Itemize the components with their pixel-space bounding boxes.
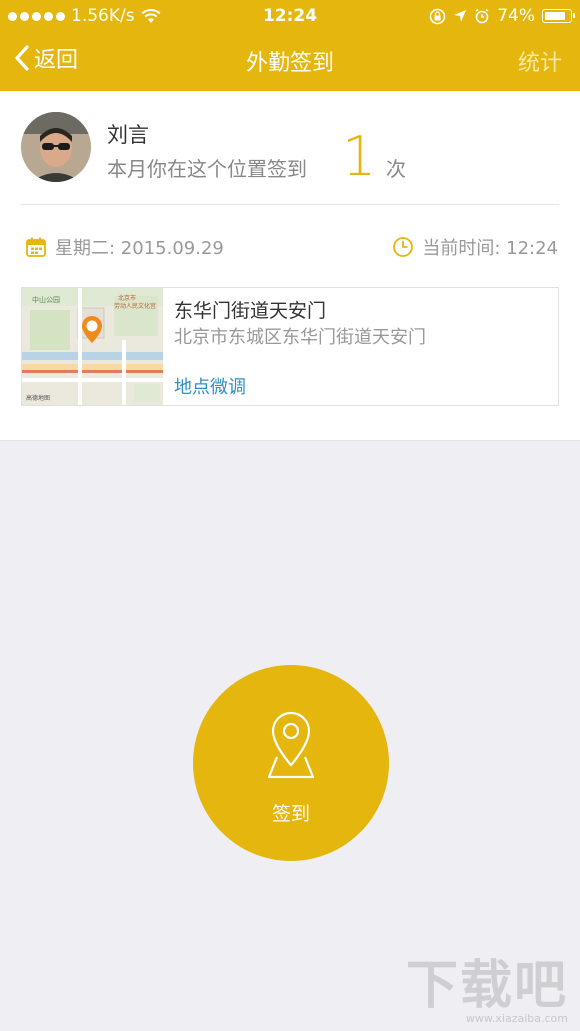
- svg-text:劳动人民文化宫: 劳动人民文化宫: [114, 302, 156, 310]
- map-thumbnail[interactable]: 中山公园 北京市 劳动人民文化宫 高德地图: [22, 288, 163, 405]
- divider: [21, 204, 559, 205]
- date-row: 星期二: 2015.09.29: [25, 234, 224, 260]
- location-address: 北京市东城区东华门街道天安门: [174, 327, 426, 348]
- adjust-location-link[interactable]: 地点微调: [174, 373, 246, 399]
- location-arrow-icon: [454, 10, 467, 22]
- top-bar: 1.56K/s 12:24 74% 返回 外勤签到 统计: [0, 0, 580, 91]
- rotation-lock-icon: [429, 8, 446, 24]
- checkin-count-unit: 次: [386, 157, 406, 181]
- clock-icon: [393, 237, 414, 257]
- svg-text:中山公园: 中山公园: [32, 295, 60, 304]
- date-text: 星期二: 2015.09.29: [55, 238, 224, 259]
- location-title: 东华门街道天安门: [174, 300, 327, 322]
- user-name: 刘言: [107, 123, 149, 147]
- svg-text:高德地图: 高德地图: [26, 394, 50, 402]
- nav-bar: 返回 外勤签到 统计: [0, 34, 580, 84]
- battery-percent: 74%: [497, 6, 535, 26]
- battery-icon: [542, 9, 575, 23]
- svg-text:北京市: 北京市: [118, 294, 136, 302]
- status-bar: 1.56K/s 12:24 74%: [0, 0, 580, 32]
- checkin-count-label: 本月你在这个位置签到: [107, 157, 307, 181]
- checkin-label: 签到: [271, 803, 310, 825]
- calendar-icon: [26, 237, 46, 257]
- time-row: 当前时间: 12:24: [392, 234, 558, 260]
- checkin-button[interactable]: 签到: [193, 665, 389, 861]
- status-right: 74%: [429, 6, 575, 26]
- watermark-logo: 下载吧 www.xiazaiba.com: [405, 956, 568, 1025]
- avatar: [21, 112, 91, 182]
- checkin-count: 1: [342, 125, 377, 188]
- current-time-text: 当前时间: 12:24: [422, 238, 558, 259]
- alarm-icon: [475, 8, 489, 24]
- checkin-info-card: 刘言 本月你在这个位置签到 1 次 星期二: 2015.09.29 当前时间: …: [0, 91, 580, 441]
- page-title: 外勤签到: [245, 51, 334, 76]
- location-card[interactable]: 中山公园 北京市 劳动人民文化宫 高德地图 东华门街道天安门 北京市东城区东华门…: [21, 287, 559, 406]
- stats-button[interactable]: 统计: [518, 45, 562, 77]
- location-pin-icon: [267, 711, 315, 779]
